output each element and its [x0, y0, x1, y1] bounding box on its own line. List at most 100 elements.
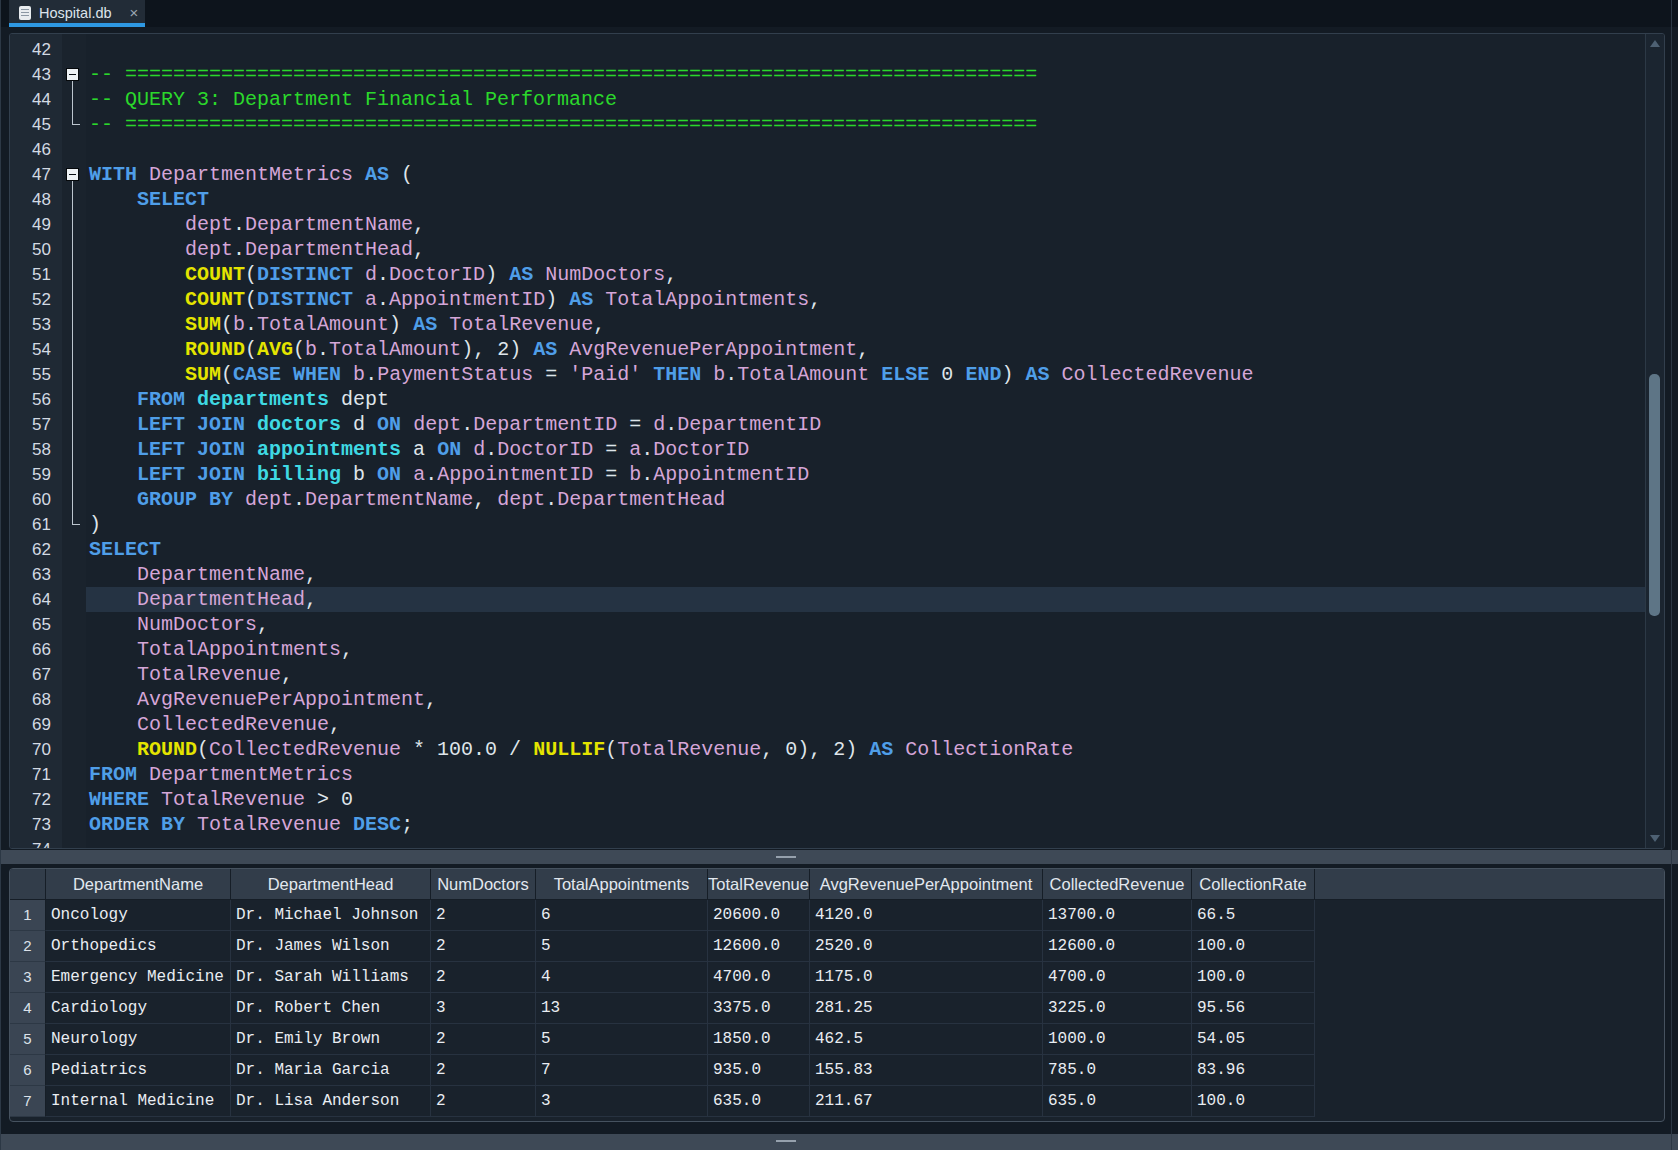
- cell[interactable]: 95.56: [1192, 993, 1315, 1024]
- table-row[interactable]: 3Emergency MedicineDr. Sarah Williams244…: [10, 962, 1664, 993]
- cell[interactable]: 2520.0: [810, 931, 1043, 962]
- cell[interactable]: Dr. Sarah Williams: [231, 962, 431, 993]
- fold-marker[interactable]: [62, 162, 86, 187]
- code-text[interactable]: LEFT JOIN doctors d ON dept.DepartmentID…: [86, 412, 1645, 437]
- cell[interactable]: 4: [536, 962, 708, 993]
- cell[interactable]: 100.0: [1192, 1086, 1315, 1117]
- code-text[interactable]: COUNT(DISTINCT a.AppointmentID) AS Total…: [86, 287, 1645, 312]
- cell[interactable]: 1000.0: [1043, 1024, 1192, 1055]
- cell[interactable]: 935.0: [708, 1055, 810, 1086]
- code-text[interactable]: FROM departments dept: [86, 387, 1645, 412]
- code-text[interactable]: dept.DepartmentName,: [86, 212, 1645, 237]
- cell[interactable]: Oncology: [46, 900, 231, 931]
- code-text[interactable]: COUNT(DISTINCT d.DoctorID) AS NumDoctors…: [86, 262, 1645, 287]
- cell[interactable]: 100.0: [1192, 962, 1315, 993]
- cell[interactable]: 211.67: [810, 1086, 1043, 1117]
- cell[interactable]: 635.0: [1043, 1086, 1192, 1117]
- code-text[interactable]: LEFT JOIN appointments a ON d.DoctorID =…: [86, 437, 1645, 462]
- cell[interactable]: Emergency Medicine: [46, 962, 231, 993]
- code-text[interactable]: ORDER BY TotalRevenue DESC;: [86, 812, 1645, 837]
- code-text[interactable]: WITH DepartmentMetrics AS (: [86, 162, 1645, 187]
- code-text[interactable]: ): [86, 512, 1645, 537]
- cell[interactable]: Orthopedics: [46, 931, 231, 962]
- splitter-handle[interactable]: [776, 1140, 796, 1142]
- code-text[interactable]: DepartmentName,: [86, 562, 1645, 587]
- table-row[interactable]: 6PediatricsDr. Maria Garcia27935.0155.83…: [10, 1055, 1664, 1086]
- cell[interactable]: 13: [536, 993, 708, 1024]
- code-text[interactable]: NumDoctors,: [86, 612, 1645, 637]
- row-number[interactable]: 6: [10, 1055, 46, 1086]
- editor-vertical-scrollbar[interactable]: [1645, 34, 1664, 848]
- cell[interactable]: Pediatrics: [46, 1055, 231, 1086]
- cell[interactable]: Internal Medicine: [46, 1086, 231, 1117]
- fold-marker[interactable]: [62, 62, 86, 87]
- column-header-departmentname[interactable]: DepartmentName: [46, 869, 231, 900]
- scrollbar-thumb[interactable]: [1649, 374, 1660, 616]
- row-number[interactable]: 2: [10, 931, 46, 962]
- tab-hospital-db[interactable]: Hospital.db ×: [9, 0, 145, 27]
- cell[interactable]: 3375.0: [708, 993, 810, 1024]
- cell[interactable]: 6: [536, 900, 708, 931]
- cell[interactable]: 2: [431, 1055, 536, 1086]
- code-text[interactable]: -- =====================================…: [86, 62, 1645, 87]
- sql-editor[interactable]: 4243-- =================================…: [9, 33, 1665, 849]
- code-text[interactable]: -- =====================================…: [86, 112, 1645, 137]
- code-text[interactable]: [86, 137, 1645, 162]
- code-text[interactable]: SELECT: [86, 537, 1645, 562]
- cell[interactable]: 2: [431, 962, 536, 993]
- row-number[interactable]: 3: [10, 962, 46, 993]
- cell[interactable]: 12600.0: [708, 931, 810, 962]
- column-header-totalrevenue[interactable]: TotalRevenue: [708, 869, 810, 900]
- cell[interactable]: 281.25: [810, 993, 1043, 1024]
- table-row[interactable]: 4CardiologyDr. Robert Chen3133375.0281.2…: [10, 993, 1664, 1024]
- code-text[interactable]: SUM(CASE WHEN b.PaymentStatus = 'Paid' T…: [86, 362, 1645, 387]
- cell[interactable]: 13700.0: [1043, 900, 1192, 931]
- code-text[interactable]: LEFT JOIN billing b ON a.AppointmentID =…: [86, 462, 1645, 487]
- code-text[interactable]: -- QUERY 3: Department Financial Perform…: [86, 87, 1645, 112]
- table-row[interactable]: 5NeurologyDr. Emily Brown251850.0462.510…: [10, 1024, 1664, 1055]
- cell[interactable]: 785.0: [1043, 1055, 1192, 1086]
- cell[interactable]: 2: [431, 931, 536, 962]
- code-text[interactable]: SUM(b.TotalAmount) AS TotalRevenue,: [86, 312, 1645, 337]
- column-header-numdoctors[interactable]: NumDoctors: [431, 869, 536, 900]
- column-header-collectionrate[interactable]: CollectionRate: [1192, 869, 1315, 900]
- code-text[interactable]: TotalAppointments,: [86, 637, 1645, 662]
- cell[interactable]: Dr. Emily Brown: [231, 1024, 431, 1055]
- cell[interactable]: Dr. Robert Chen: [231, 993, 431, 1024]
- code-text[interactable]: GROUP BY dept.DepartmentName, dept.Depar…: [86, 487, 1645, 512]
- code-text[interactable]: TotalRevenue,: [86, 662, 1645, 687]
- code-text[interactable]: [86, 37, 1645, 62]
- cell[interactable]: 83.96: [1192, 1055, 1315, 1086]
- cell[interactable]: 3: [431, 993, 536, 1024]
- row-number[interactable]: 1: [10, 900, 46, 931]
- column-header-avgrevenueperappointment[interactable]: AvgRevenuePerAppointment: [810, 869, 1043, 900]
- cell[interactable]: 2: [431, 900, 536, 931]
- code-text[interactable]: [86, 837, 1645, 849]
- splitter-editor-results[interactable]: [1, 850, 1678, 864]
- cell[interactable]: 4120.0: [810, 900, 1043, 931]
- cell[interactable]: 462.5: [810, 1024, 1043, 1055]
- cell[interactable]: 1175.0: [810, 962, 1043, 993]
- cell[interactable]: Dr. Maria Garcia: [231, 1055, 431, 1086]
- cell[interactable]: 20600.0: [708, 900, 810, 931]
- code-text[interactable]: WHERE TotalRevenue > 0: [86, 787, 1645, 812]
- splitter-handle[interactable]: [776, 856, 796, 858]
- code-text[interactable]: CollectedRevenue,: [86, 712, 1645, 737]
- cell[interactable]: 100.0: [1192, 931, 1315, 962]
- code-text[interactable]: dept.DepartmentHead,: [86, 237, 1645, 262]
- cell[interactable]: Cardiology: [46, 993, 231, 1024]
- cell[interactable]: 5: [536, 1024, 708, 1055]
- cell[interactable]: 635.0: [708, 1086, 810, 1117]
- cell[interactable]: 54.05: [1192, 1024, 1315, 1055]
- cell[interactable]: Dr. Lisa Anderson: [231, 1086, 431, 1117]
- row-number[interactable]: 7: [10, 1086, 46, 1117]
- close-icon[interactable]: ×: [130, 5, 139, 20]
- code-text[interactable]: AvgRevenuePerAppointment,: [86, 687, 1645, 712]
- table-row[interactable]: 7Internal MedicineDr. Lisa Anderson23635…: [10, 1086, 1664, 1117]
- cell[interactable]: 12600.0: [1043, 931, 1192, 962]
- cell[interactable]: 155.83: [810, 1055, 1043, 1086]
- scroll-down-arrow-icon[interactable]: [1650, 835, 1660, 842]
- row-number[interactable]: 5: [10, 1024, 46, 1055]
- table-row[interactable]: 1OncologyDr. Michael Johnson2620600.0412…: [10, 900, 1664, 931]
- code-text-current-line[interactable]: DepartmentHead,: [86, 587, 1645, 612]
